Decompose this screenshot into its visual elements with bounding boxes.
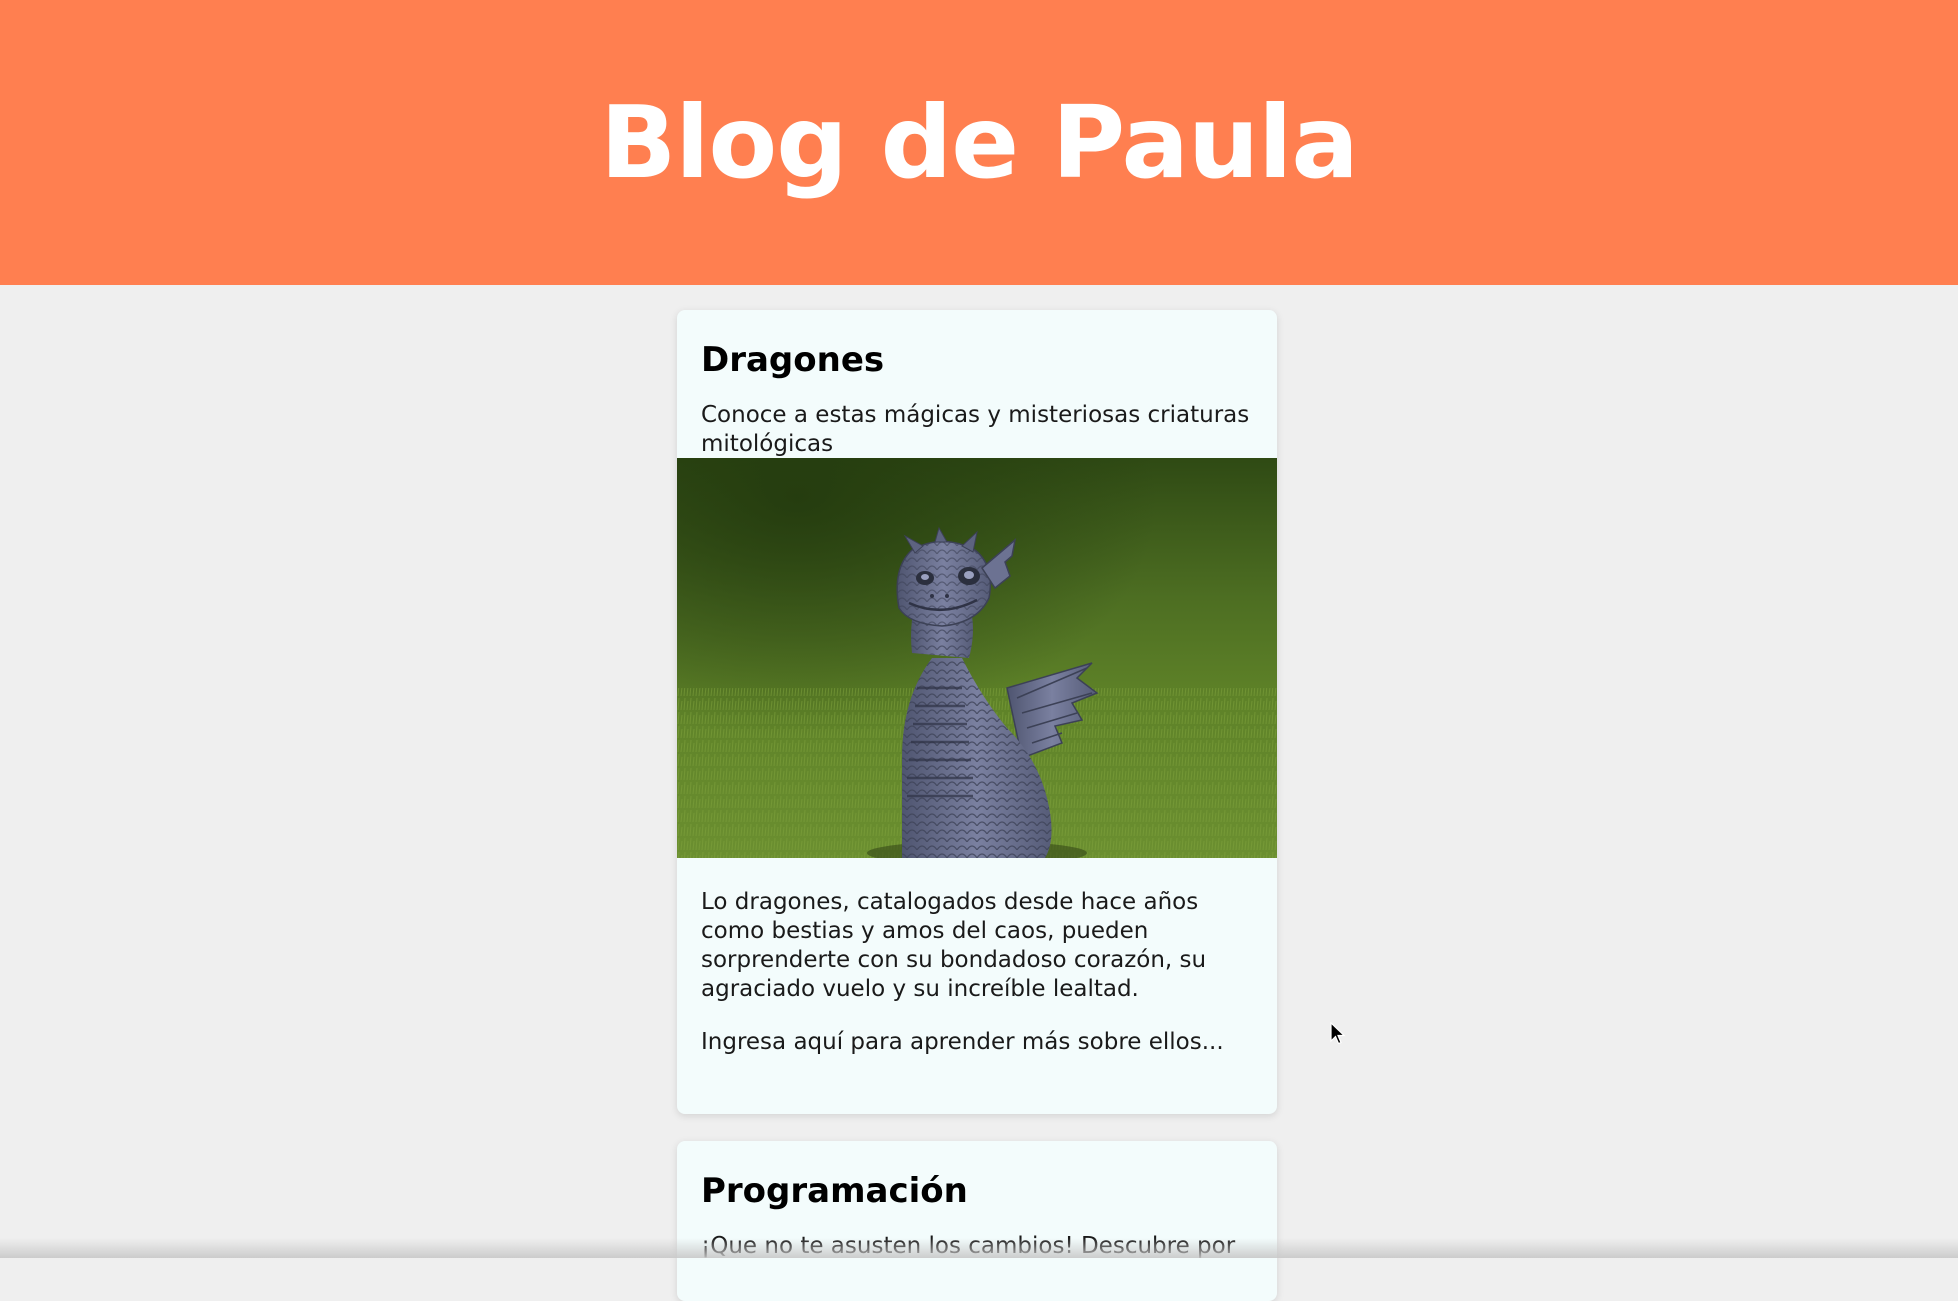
post-card-header: Dragones Conoce a estas mágicas y mister… [677, 310, 1277, 458]
post-card-dragones[interactable]: Dragones Conoce a estas mágicas y mister… [677, 310, 1277, 1114]
post-subtitle: Conoce a estas mágicas y misteriosas cri… [701, 401, 1250, 457]
mouse-pointer-icon [1330, 1022, 1346, 1045]
posts-list: Dragones Conoce a estas mágicas y mister… [0, 285, 1958, 1301]
post-excerpt: Lo dragones, catalogados desde hace años… [701, 889, 1207, 1002]
post-title: Programación [701, 1171, 968, 1211]
page-title: Blog de Paula [600, 83, 1359, 201]
dragon-figurine-image [677, 458, 1277, 858]
read-more-link[interactable]: Ingresa aquí para aprender más sobre ell… [701, 1028, 1253, 1057]
post-card-body: Lo dragones, catalogados desde hace años… [677, 858, 1277, 1057]
site-header: Blog de Paula [0, 0, 1958, 285]
post-card-header: Programación ¡Que no te asusten los camb… [677, 1141, 1277, 1289]
post-card-programacion[interactable]: Programación ¡Que no te asusten los camb… [677, 1141, 1277, 1301]
post-title: Dragones [701, 340, 885, 380]
window-bottom-edge [0, 1238, 1958, 1258]
